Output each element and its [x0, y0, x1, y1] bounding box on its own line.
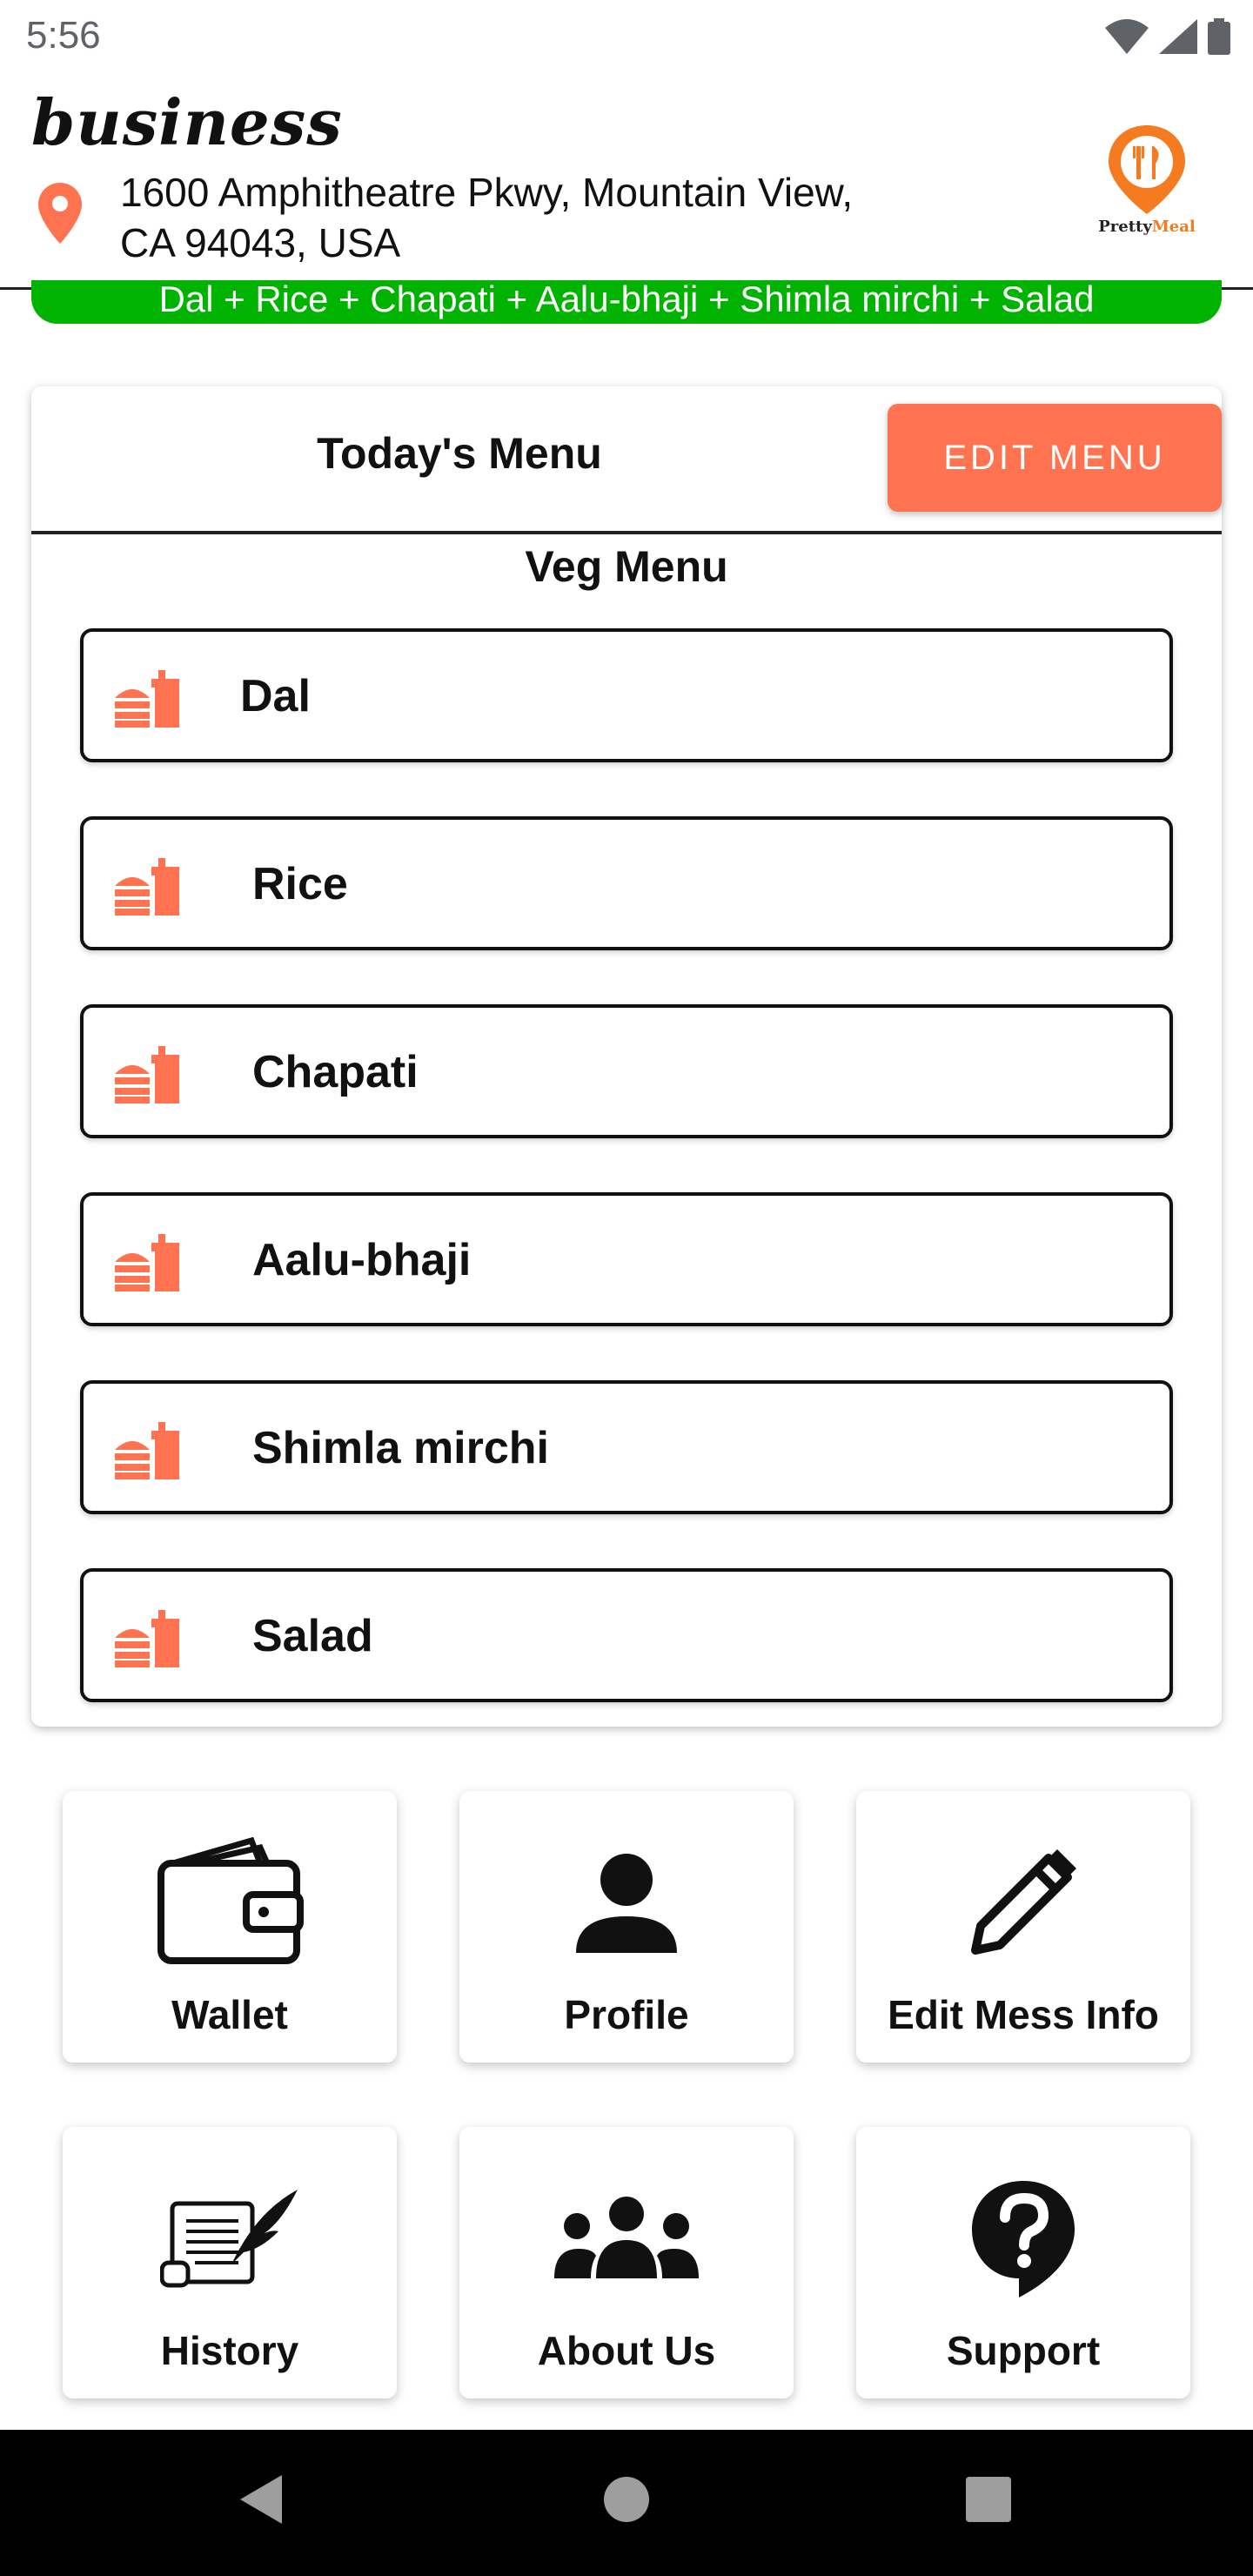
menu-item-label: Salad — [252, 1611, 373, 1661]
navigation-bar — [0, 2430, 1253, 2576]
menu-banner: Dal + Rice + Chapati + Aalu-bhaji + Shim… — [31, 280, 1222, 324]
logo-text-meal: Meal — [1151, 218, 1196, 236]
group-icon — [554, 2197, 699, 2278]
menu-item[interactable]: Shimla mirchi — [80, 1380, 1173, 1514]
address-line-1: 1600 Amphitheatre Pkwy, Mountain View, — [120, 170, 854, 215]
location-pin-icon — [38, 183, 82, 244]
food-icon — [115, 1422, 179, 1479]
todays-menu-card: Today's Menu EDIT MENU Veg Menu Dal Rice… — [31, 386, 1222, 1727]
menu-card-header: Today's Menu EDIT MENU — [31, 386, 1222, 534]
logo-text-pretty: Pretty — [1098, 218, 1152, 236]
prettymeal-logo: PrettyMeal — [1086, 122, 1208, 252]
edit-mess-info-tile[interactable]: Edit Mess Info — [856, 1791, 1190, 2063]
profile-label: Profile — [564, 1992, 689, 2037]
profile-tile[interactable]: Profile — [459, 1791, 794, 2063]
recents-icon[interactable] — [964, 2473, 1013, 2526]
veg-menu-title: Veg Menu — [525, 542, 728, 591]
scroll-quill-icon — [160, 2190, 298, 2288]
edit-mess-info-label: Edit Mess Info — [888, 1992, 1159, 2037]
wallet-icon — [157, 1837, 304, 1964]
history-label: History — [160, 2328, 299, 2373]
battery-icon — [1208, 18, 1230, 55]
logo-pin-icon — [1109, 125, 1185, 214]
address: 1600 Amphitheatre Pkwy, Mountain View, C… — [120, 167, 955, 268]
address-line-2: CA 94043, USA — [120, 220, 401, 265]
pencil-icon — [971, 1849, 1076, 1955]
wallet-label: Wallet — [171, 1992, 288, 2037]
menu-item-label: Chapati — [252, 1047, 419, 1097]
menu-item-label: Dal — [240, 671, 311, 721]
food-icon — [115, 858, 179, 916]
wifi-icon — [1105, 19, 1149, 54]
status-bar: 5:56 — [0, 0, 1253, 75]
status-time: 5:56 — [26, 14, 101, 57]
food-icon — [115, 1610, 179, 1667]
person-icon — [576, 1854, 677, 1953]
food-icon — [115, 1046, 179, 1104]
menu-banner-text: Dal + Rice + Chapati + Aalu-bhaji + Shim… — [158, 280, 1095, 319]
menu-item[interactable]: Rice — [80, 816, 1173, 950]
status-icons — [1105, 17, 1230, 56]
menu-item-label: Aalu-bhaji — [252, 1235, 472, 1285]
wallet-tile[interactable]: Wallet — [63, 1791, 397, 2063]
edit-menu-button[interactable]: EDIT MENU — [888, 404, 1222, 512]
help-icon — [972, 2181, 1075, 2298]
signal-icon — [1159, 19, 1197, 54]
about-us-label: About Us — [537, 2328, 716, 2373]
support-tile[interactable]: Support — [856, 2127, 1190, 2398]
food-icon — [115, 1234, 179, 1291]
support-label: Support — [946, 2328, 1101, 2373]
business-name: business — [31, 85, 343, 159]
menu-item-label: Rice — [252, 859, 348, 909]
menu-item[interactable]: Aalu-bhaji — [80, 1192, 1173, 1326]
menu-item[interactable]: Chapati — [80, 1004, 1173, 1138]
food-icon — [115, 670, 179, 728]
menu-item[interactable]: Dal — [80, 628, 1173, 762]
menu-item[interactable]: Salad — [80, 1568, 1173, 1702]
menu-list: Dal Rice Chapati Aalu-bhaji Shimla mirch… — [80, 628, 1173, 1756]
menu-title: Today's Menu — [317, 429, 602, 478]
app-header: business 1600 Amphitheatre Pkwy, Mountai… — [0, 75, 1253, 290]
back-icon[interactable] — [237, 2473, 285, 2526]
home-icon[interactable] — [602, 2473, 651, 2526]
history-tile[interactable]: History — [63, 2127, 397, 2398]
about-us-tile[interactable]: About Us — [459, 2127, 794, 2398]
menu-item-label: Shimla mirchi — [252, 1423, 549, 1473]
